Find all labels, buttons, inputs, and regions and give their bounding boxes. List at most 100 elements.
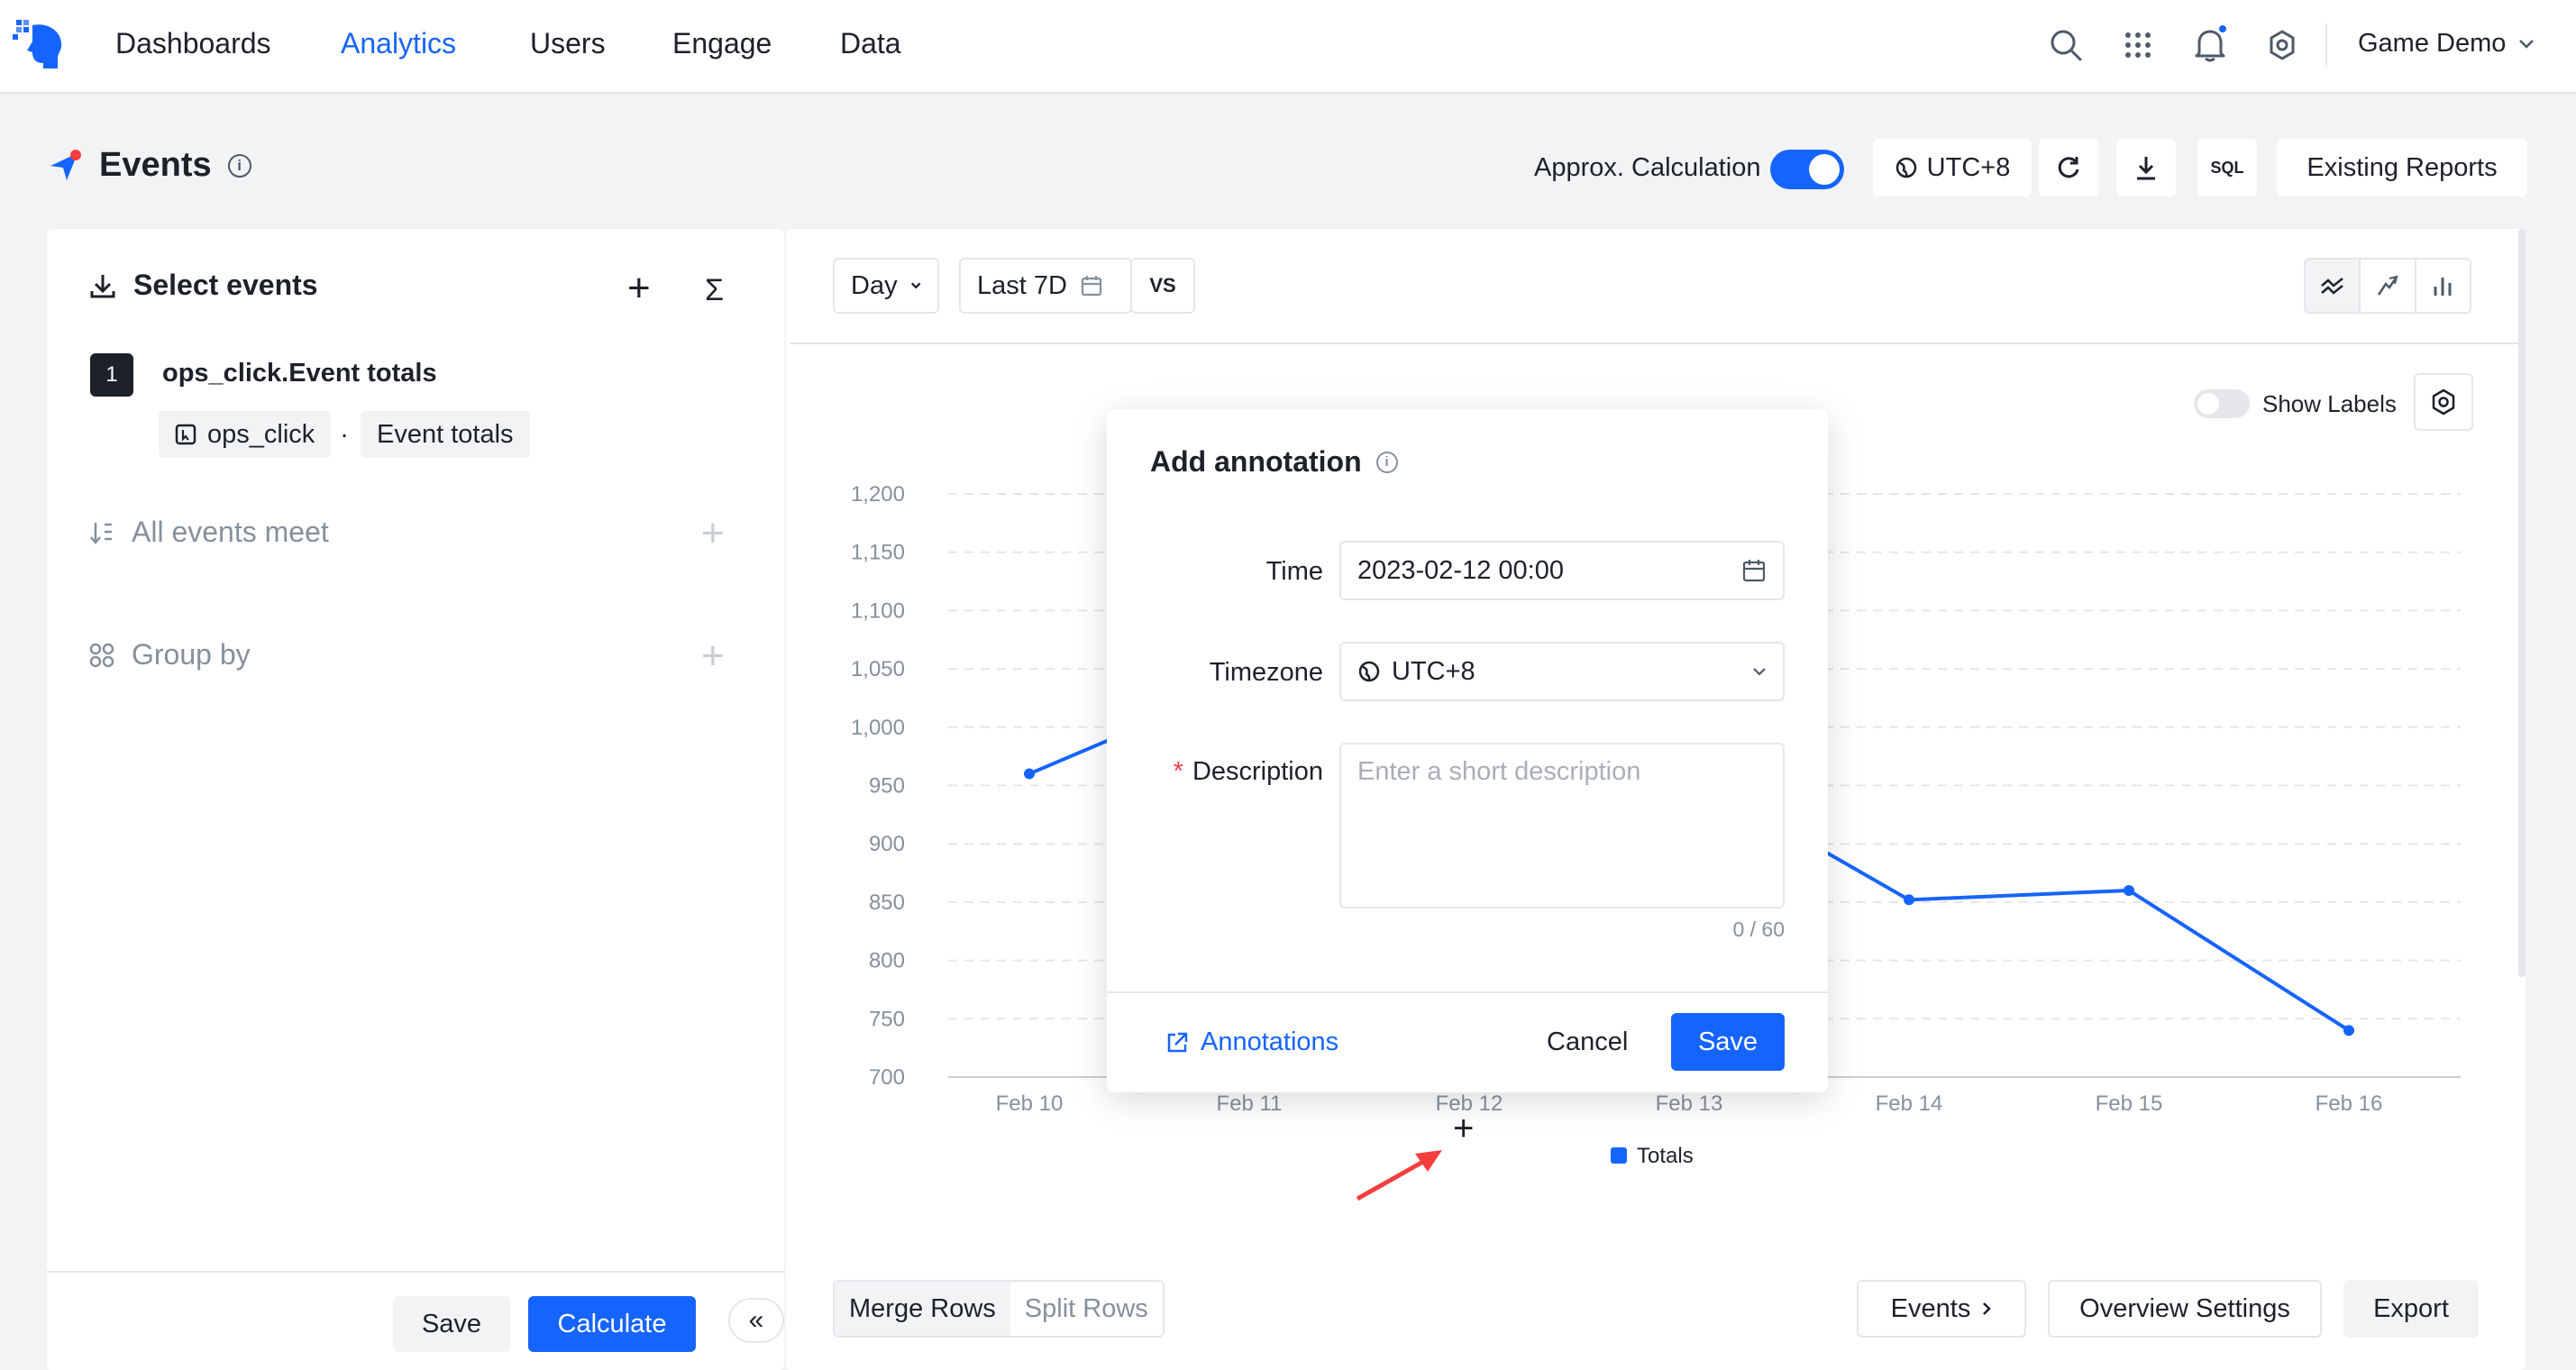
collapse-panel-button[interactable]: «: [728, 1298, 784, 1343]
save-annotation-button[interactable]: Save: [1671, 1013, 1785, 1071]
merge-rows-option[interactable]: Merge Rows: [835, 1282, 1010, 1336]
line-chart-type[interactable]: [2306, 260, 2361, 312]
existing-reports-label: Existing Reports: [2307, 152, 2498, 182]
top-navigation: Dashboards Analytics Users Engage Data G…: [0, 0, 2576, 94]
search-icon[interactable]: [2046, 25, 2086, 65]
approx-calculation-toggle[interactable]: [1770, 150, 1844, 189]
export-label: Export: [2373, 1293, 2449, 1323]
globe-icon: [1358, 661, 1380, 682]
query-builder-panel: Select events + Σ 1 ops_click.Event tota…: [47, 229, 784, 1370]
dialog-title: Add annotation i: [1150, 445, 1398, 479]
bell-icon[interactable]: [2190, 23, 2230, 65]
nav-analytics[interactable]: Analytics: [341, 27, 456, 60]
gear-icon: [2432, 388, 2455, 416]
save-query-button[interactable]: Save: [393, 1296, 510, 1352]
globe-icon: [1895, 157, 1916, 178]
show-labels-toggle[interactable]: [2194, 389, 2250, 418]
export-button[interactable]: Export: [2343, 1280, 2479, 1338]
area-chart-type[interactable]: [2361, 260, 2416, 312]
nav-divider: [2325, 23, 2327, 67]
project-name: Game Demo: [2358, 29, 2507, 58]
add-event-plus-icon[interactable]: +: [627, 269, 651, 308]
refresh-icon: [2058, 157, 2079, 178]
overview-settings-label: Overview Settings: [2079, 1293, 2290, 1323]
character-counter: 0 / 60: [1732, 918, 1785, 941]
select-events-header: Select events: [88, 269, 318, 302]
chip-separator: .: [341, 415, 349, 443]
add-annotation-dialog: Add annotation i Time 2023-02-12 00:00 T…: [1107, 409, 1828, 1092]
external-link-icon: [1167, 1032, 1188, 1052]
chart-scrollbar[interactable]: [2518, 229, 2526, 977]
chevron-down-icon: [1753, 668, 1766, 676]
required-asterisk: *: [1173, 757, 1183, 786]
select-events-label: Select events: [133, 269, 318, 301]
timezone-select[interactable]: UTC+8: [1339, 642, 1785, 701]
line-chart-icon: [2320, 278, 2343, 295]
add-annotation-crosshair-icon[interactable]: +: [1453, 1110, 1474, 1146]
formula-sigma-icon[interactable]: Σ: [705, 270, 724, 310]
toolbar-divider: [790, 342, 2520, 344]
chevron-down-icon: [2519, 39, 2535, 49]
dialog-footer-divider: [1107, 991, 1828, 993]
download-button[interactable]: [2116, 139, 2176, 196]
filter-sort-icon: [90, 522, 112, 544]
add-group-plus-icon[interactable]: +: [701, 636, 725, 676]
download-icon: [2137, 157, 2155, 180]
events-pin-icon: [50, 149, 81, 180]
group-by-label: Group by: [132, 638, 251, 671]
apps-grid-icon[interactable]: [2118, 25, 2158, 65]
nav-data[interactable]: Data: [840, 27, 901, 60]
info-icon[interactable]: i: [227, 153, 251, 178]
event-display-name[interactable]: ops_click.Event totals: [162, 359, 437, 388]
overview-settings-button[interactable]: Overview Settings: [2048, 1280, 2322, 1338]
nav-engage[interactable]: Engage: [672, 27, 772, 60]
page-title-text: Events: [99, 146, 212, 184]
show-labels-control[interactable]: Show Labels: [2194, 389, 2397, 418]
red-arrow-icon: [1356, 1150, 1442, 1201]
calculate-button[interactable]: Calculate: [528, 1296, 696, 1352]
group-by-header: Group by: [88, 638, 251, 671]
info-icon[interactable]: i: [1375, 451, 1398, 473]
add-filter-plus-icon[interactable]: +: [701, 514, 725, 553]
timezone-select-value: UTC+8: [1392, 656, 1475, 686]
compare-vs-button[interactable]: VS: [1130, 258, 1195, 314]
bar-chart-type[interactable]: [2416, 260, 2470, 312]
sql-label: SQL: [2210, 158, 2244, 177]
description-textarea[interactable]: Enter a short description: [1339, 743, 1785, 909]
granularity-value: Day: [851, 270, 898, 300]
calendar-icon: [1081, 276, 1102, 297]
project-selector[interactable]: Game Demo: [2358, 29, 2535, 59]
split-rows-option[interactable]: Split Rows: [1010, 1282, 1163, 1336]
chevron-down-icon: [910, 282, 921, 289]
existing-reports-button[interactable]: Existing Reports: [2277, 139, 2527, 196]
cancel-button[interactable]: Cancel: [1547, 1028, 1628, 1057]
time-picker[interactable]: 2023-02-12 00:00: [1339, 541, 1785, 600]
chart-type-switcher: [2304, 258, 2471, 314]
events-button-label: Events: [1890, 1293, 1971, 1323]
time-value: 2023-02-12 00:00: [1357, 555, 1564, 585]
granularity-select[interactable]: Day: [833, 258, 939, 314]
event-selector-chip[interactable]: ops_click: [159, 411, 332, 458]
query-footer: Save Calculate: [47, 1271, 784, 1370]
calendar-icon: [1742, 560, 1766, 582]
timezone-field-label: Timezone: [1209, 658, 1323, 687]
timezone-button[interactable]: UTC+8: [1873, 139, 2032, 196]
cursor-event-icon: [175, 424, 196, 445]
gear-icon[interactable]: [2262, 25, 2302, 65]
time-label: Time: [1265, 557, 1323, 586]
group-by-icon: [89, 643, 114, 667]
app-logo-icon[interactable]: [13, 16, 67, 74]
trend-chart-icon: [2377, 275, 2398, 296]
nav-users[interactable]: Users: [530, 27, 606, 60]
events-button[interactable]: Events: [1857, 1280, 2026, 1338]
sql-button[interactable]: SQL: [2197, 139, 2257, 196]
metric-selector-chip[interactable]: Event totals: [361, 411, 530, 458]
refresh-button[interactable]: [2039, 139, 2098, 196]
bar-chart-icon: [2434, 278, 2452, 296]
nav-dashboards[interactable]: Dashboards: [115, 27, 271, 60]
annotations-link[interactable]: Annotations: [1165, 1028, 1338, 1057]
description-placeholder: Enter a short description: [1357, 757, 1641, 786]
compare-vs-label: VS: [1149, 274, 1176, 297]
chart-settings-button[interactable]: [2414, 373, 2473, 431]
date-range-picker[interactable]: Last 7D: [959, 258, 1132, 314]
